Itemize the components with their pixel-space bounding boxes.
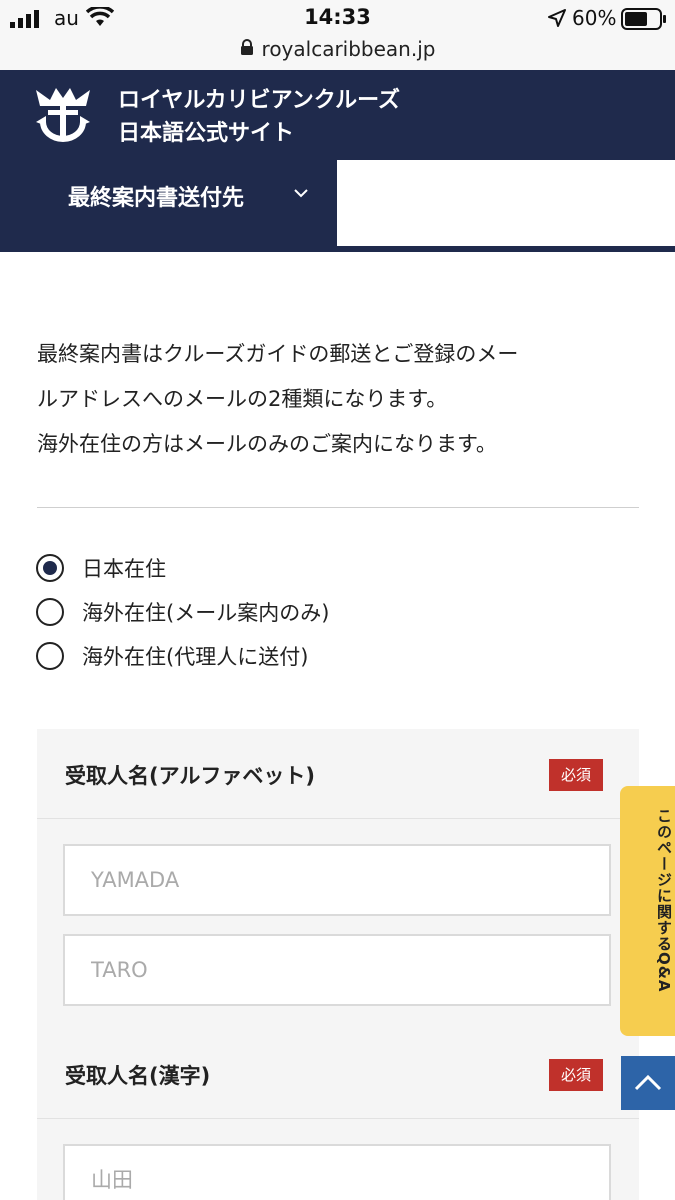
site-header: ロイヤルカリビアンクルーズ 日本語公式サイト 最終案内書送付先 [0,70,675,252]
radio-button-checked[interactable] [36,554,64,582]
intro-line-2: ルアドレスへのメールの2種類になります。 [37,387,448,411]
radio-label: 海外在住(メール案内のみ) [82,601,330,625]
back-to-top-button[interactable] [621,1056,675,1110]
chevron-up-icon [634,1074,662,1091]
status-bar: au 14:33 60% [0,0,675,38]
radio-label: 海外在住(代理人に送付) [82,645,309,669]
intro-line-3: 海外在住の方はメールのみのご案内になります。 [37,432,497,456]
nav-blank-panel [337,160,675,246]
first-name-alpha-input[interactable] [63,934,611,1006]
intro-line-1: 最終案内書はクルーズガイドの郵送とご登録のメー [37,342,519,366]
radio-option-overseas-agent[interactable]: 海外在住(代理人に送付) [36,641,308,671]
section-dropdown[interactable]: 最終案内書送付先 [68,180,244,212]
section-title: 受取人名(アルファベット) [65,764,315,788]
last-name-kanji-input[interactable] [63,1144,611,1200]
radio-option-overseas-mail[interactable]: 海外在住(メール案内のみ) [36,597,329,627]
radio-button[interactable] [36,598,64,626]
radio-button[interactable] [36,642,64,670]
qa-tab-label: このページに関するQ&A [655,808,673,993]
last-name-alpha-input[interactable] [63,844,611,916]
qa-side-tab[interactable]: このページに関するQ&A [620,786,675,1036]
intro-text: 最終案内書はクルーズガイドの郵送とご登録のメー ルアドレスへのメールの2種類にな… [37,332,637,467]
required-badge: 必須 [549,1059,603,1091]
radio-label: 日本在住 [82,557,166,581]
brand-name[interactable]: ロイヤルカリビアンクルーズ 日本語公式サイト [118,84,400,150]
section-title: 受取人名(漢字) [65,1064,211,1088]
section-header: 受取人名(漢字) 必須 [37,1029,639,1119]
battery-percent: 60% [572,6,617,30]
brand-line-2: 日本語公式サイト [118,121,295,146]
section-header: 受取人名(アルファベット) 必須 [37,729,639,819]
radio-option-japan[interactable]: 日本在住 [36,553,166,583]
url-text: royalcaribbean.jp [261,37,436,61]
required-badge: 必須 [549,759,603,791]
recipient-alpha-section: 受取人名(アルファベット) 必須 [37,729,639,1029]
location-arrow-icon [548,9,566,27]
crown-anchor-logo-icon[interactable] [34,86,92,144]
lock-icon [240,39,253,55]
divider [37,507,639,508]
brand-line-1: ロイヤルカリビアンクルーズ [118,88,401,113]
recipient-kanji-section: 受取人名(漢字) 必須 [37,1029,639,1200]
battery-icon [621,8,666,30]
url-bar[interactable]: royalcaribbean.jp [0,38,675,70]
chevron-down-icon[interactable] [294,188,308,198]
